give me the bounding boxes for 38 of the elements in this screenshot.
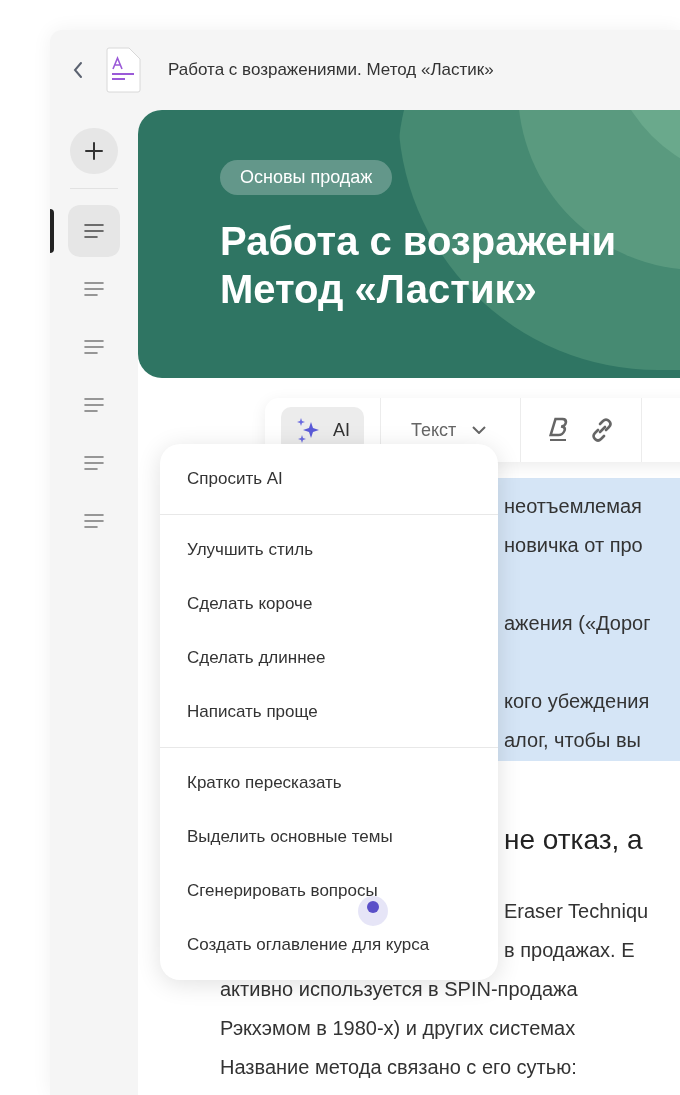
body-text: новичка от про — [504, 532, 643, 558]
menu-item[interactable]: Улучшить стиль — [160, 523, 498, 577]
body-text: Eraser Techniqu — [504, 898, 649, 924]
menu-item[interactable]: Сгенерировать вопросы — [160, 864, 498, 918]
lines-icon — [84, 398, 104, 412]
body-text: Название метода связано с его сутью: — [220, 1054, 577, 1080]
document-title: Работа с возражениями. Метод «Ластик» — [168, 59, 494, 82]
text-style-dropdown[interactable]: Текст — [411, 416, 487, 444]
hero-title: Работа с возражени — [220, 218, 618, 265]
body-text: ажения («Дорог — [504, 610, 651, 636]
heading-text: не отказ, а — [504, 823, 644, 857]
add-button[interactable] — [70, 128, 118, 174]
body-text: в продажах. Е — [504, 937, 635, 963]
lines-icon — [84, 514, 104, 528]
menu-item[interactable]: Кратко пересказать — [160, 756, 498, 810]
body-text: Рэкхэмом в 1980-х) и других системах — [220, 1015, 576, 1041]
plus-icon — [85, 142, 103, 160]
menu-item[interactable]: Сделать длиннее — [160, 631, 498, 685]
menu-item[interactable]: Создать оглавление для курса — [160, 918, 498, 972]
lines-icon — [84, 282, 104, 296]
body-text: активно используется в SPIN-продажа — [220, 976, 578, 1002]
selection-indicator — [50, 209, 54, 253]
menu-item[interactable]: Выделить основные темы — [160, 810, 498, 864]
page-item[interactable] — [68, 205, 120, 257]
menu-item[interactable]: Сделать короче — [160, 577, 498, 631]
body-text: неотъемлемая — [504, 493, 642, 519]
hero-title: Метод «Ластик» — [220, 266, 538, 313]
chevron-down-icon — [472, 426, 487, 434]
lines-icon — [84, 340, 104, 354]
bold-icon[interactable] — [547, 416, 570, 444]
category-tag: Основы продаж — [220, 160, 393, 195]
menu-item[interactable]: Спросить AI — [160, 452, 498, 506]
body-text: алог, чтобы вы — [504, 727, 641, 753]
lines-icon — [84, 456, 104, 470]
menu-item[interactable]: Написать проще — [160, 685, 498, 739]
document-icon — [105, 47, 141, 93]
body-text: кого убеждения — [504, 688, 650, 714]
lines-icon — [84, 224, 104, 238]
